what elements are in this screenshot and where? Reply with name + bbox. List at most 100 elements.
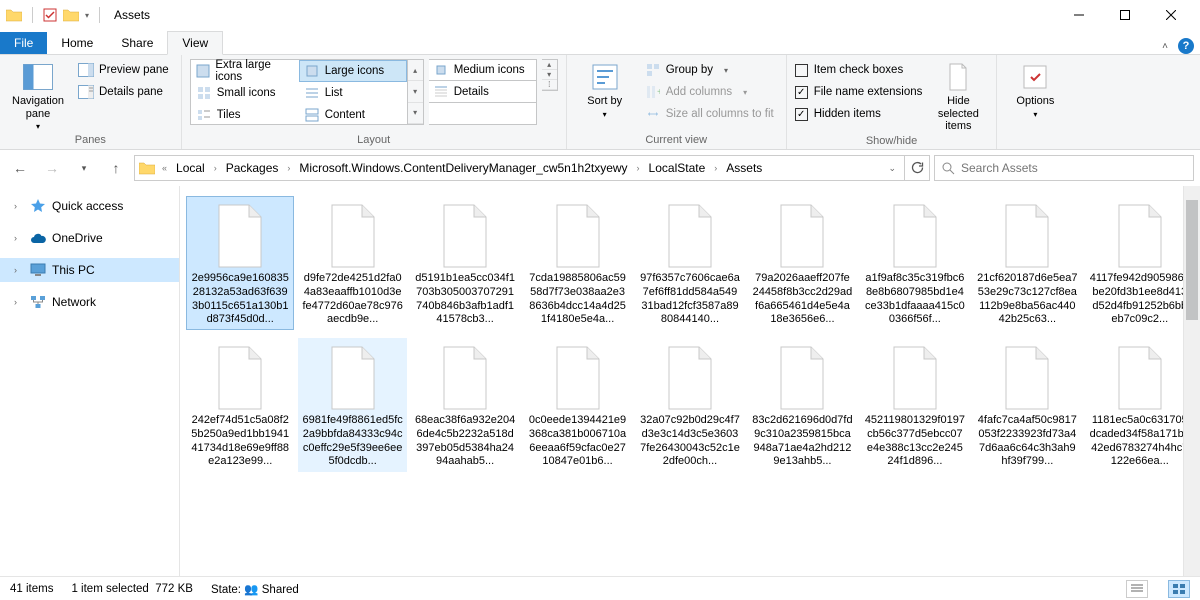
breadcrumb-segment[interactable]: Assets [722,161,766,175]
layout-tiles[interactable]: Tiles [191,104,299,126]
options-button[interactable]: Options ▾ [1005,59,1065,119]
file-item[interactable]: 21cf620187d6e5ea753e29c73c127cf8ea112b9e… [973,196,1081,330]
details-icon [433,84,449,100]
status-details-view-button[interactable] [1126,580,1148,598]
close-button[interactable] [1148,0,1194,30]
ribbon-group-panes: Navigation pane ▾ Preview pane Details p… [0,55,182,149]
tab-file[interactable]: File [0,32,47,54]
file-name: 83c2d621696d0d7fd9c310a2359815bca948a71a… [752,414,852,468]
tab-view[interactable]: View [167,31,223,55]
up-button[interactable]: ↑ [102,154,130,182]
expand-icon[interactable]: › [14,201,24,211]
file-name: 79a2026aaeff207fe24458f8b3cc2d29adf6a665… [752,272,852,326]
group-by-button[interactable]: Group by▾ [641,59,778,81]
address-bar[interactable]: « Local› Packages› Microsoft.Windows.Con… [134,155,905,181]
file-name: 1181ec5a0c631705dcaded34f58a171b842ed678… [1090,414,1190,468]
small-icons-icon [196,85,212,101]
file-item[interactable]: 1181ec5a0c631705dcaded34f58a171b842ed678… [1086,338,1194,472]
ribbon-group-show-hide: Item check boxes File name extensions Hi… [787,55,998,149]
qat-dropdown-icon[interactable]: ▾ [85,11,89,20]
main-area: › Quick access › OneDrive › This PC › Ne… [0,186,1200,576]
file-name: 4117fe942d905986dbe20fd3b1ee8d413d52d4fb… [1090,272,1190,326]
expand-icon[interactable]: › [14,265,24,275]
add-columns-button[interactable]: +Add columns▾ [641,81,778,103]
file-name: 97f6357c7606cae6a7ef6ff81dd584a54931bad1… [640,272,740,326]
navigation-pane-button[interactable]: Navigation pane ▾ [8,59,68,131]
preview-pane-button[interactable]: Preview pane [74,59,173,81]
search-input[interactable] [961,161,1187,175]
layout-content[interactable]: Content [299,104,407,126]
file-name: 2e9956ca9e16083528132a53ad63f6393b0115c6… [190,272,290,326]
breadcrumb-segment[interactable]: LocalState [645,161,710,175]
item-checkboxes-toggle[interactable]: Item check boxes [795,59,923,81]
file-item[interactable]: 68eac38f6a932e2046de4c5b2232a518d397eb05… [411,338,519,472]
file-item[interactable]: a1f9af8c35c319fbc68e8b6807985bd1e4ce33b1… [861,196,969,330]
file-item[interactable]: 79a2026aaeff207fe24458f8b3cc2d29adf6a665… [748,196,856,330]
expand-icon[interactable]: › [14,233,24,243]
folder-icon-small[interactable] [63,8,79,22]
layout-small[interactable]: Small icons [191,82,299,104]
qat-checkbox-icon[interactable] [43,8,57,22]
sidebar-item-network[interactable]: › Network [0,290,179,314]
back-button[interactable]: ← [6,154,34,182]
status-state-label: State: [211,584,241,596]
breadcrumb-segment[interactable]: Packages [222,161,283,175]
expand-icon[interactable]: › [14,297,24,307]
tab-share[interactable]: Share [107,32,167,54]
file-item[interactable]: d5191b1ea5cc034f1703b305003707291740b846… [411,196,519,330]
file-item[interactable]: 97f6357c7606cae6a7ef6ff81dd584a54931bad1… [636,196,744,330]
details-pane-button[interactable]: Details pane [74,81,173,103]
maximize-button[interactable] [1102,0,1148,30]
file-icon [323,342,383,414]
breadcrumb-segment[interactable]: Local [172,161,209,175]
file-icon [772,342,832,414]
ribbon-collapse-icon[interactable]: ˄ [1162,41,1168,52]
list-icon [304,85,320,101]
help-icon[interactable]: ? [1178,38,1194,54]
file-name: 68eac38f6a932e2046de4c5b2232a518d397eb05… [415,414,515,468]
file-item[interactable]: 452119801329f0197cb56c377d5ebcc07e4e388c… [861,338,969,472]
file-item[interactable]: 83c2d621696d0d7fd9c310a2359815bca948a71a… [748,338,856,472]
file-item[interactable]: 4117fe942d905986dbe20fd3b1ee8d413d52d4fb… [1086,196,1194,330]
file-icon [772,200,832,272]
sidebar-item-onedrive[interactable]: › OneDrive [0,226,179,250]
status-icons-view-button[interactable] [1168,580,1190,598]
file-list[interactable]: 2e9956ca9e16083528132a53ad63f6393b0115c6… [180,186,1200,576]
status-item-count: 41 items [10,583,53,595]
sort-by-button[interactable]: Sort by ▾ [575,59,635,119]
file-item[interactable]: 32a07c92b0d29c4f7d3e3c14d3c5e36037fe2643… [636,338,744,472]
hide-selected-button[interactable]: Hide selected items [928,59,988,133]
sidebar-item-quick-access[interactable]: › Quick access [0,194,179,218]
file-item[interactable]: 7cda19885806ac5958d7f73e038aa2e38636b4dc… [523,196,631,330]
file-item[interactable]: d9fe72de4251d2fa04a83eaaffb1010d3efe4772… [298,196,406,330]
file-item[interactable]: 0c0eede1394421e9368ca381b006710a6eeaa6f5… [523,338,631,472]
file-name: d9fe72de4251d2fa04a83eaaffb1010d3efe4772… [302,272,402,326]
file-name: 7cda19885806ac5958d7f73e038aa2e38636b4dc… [527,272,627,326]
layout-large[interactable]: Large icons [299,60,407,82]
layout-gallery-more[interactable]: ▴▾⁞ [542,59,558,91]
layout-details[interactable]: Details [429,81,537,103]
size-columns-button[interactable]: Size all columns to fit [641,103,778,125]
file-extensions-toggle[interactable]: File name extensions [795,81,923,103]
layout-extra-large[interactable]: Extra large icons [191,60,299,82]
layout-gallery-scroll[interactable]: ▴▾▾ [408,59,424,125]
search-box[interactable] [934,155,1194,181]
vertical-scrollbar[interactable] [1183,186,1200,576]
large-icons-icon [304,63,320,79]
breadcrumb-segment[interactable]: Microsoft.Windows.ContentDeliveryManager… [295,161,631,175]
file-name: 6981fe49f8861ed5fc2a9bbfda84333c94cc0eff… [302,414,402,468]
minimize-button[interactable] [1056,0,1102,30]
layout-medium[interactable]: Medium icons [429,59,537,81]
file-item[interactable]: 2e9956ca9e16083528132a53ad63f6393b0115c6… [186,196,294,330]
layout-list[interactable]: List [299,82,407,104]
hidden-items-toggle[interactable]: Hidden items [795,103,923,125]
sidebar-item-this-pc[interactable]: › This PC [0,258,179,282]
forward-button[interactable]: → [38,154,66,182]
tab-home[interactable]: Home [47,32,107,54]
recent-locations-button[interactable]: ▾ [70,154,98,182]
file-item[interactable]: 242ef74d51c5a08f25b250a9ed1bb194141734d1… [186,338,294,472]
file-item[interactable]: 6981fe49f8861ed5fc2a9bbfda84333c94cc0eff… [298,338,406,472]
refresh-button[interactable] [904,155,930,181]
address-dropdown-icon[interactable]: ⌄ [882,163,902,174]
file-item[interactable]: 4fafc7ca4af50c9817053f2233923fd73a47d6aa… [973,338,1081,472]
